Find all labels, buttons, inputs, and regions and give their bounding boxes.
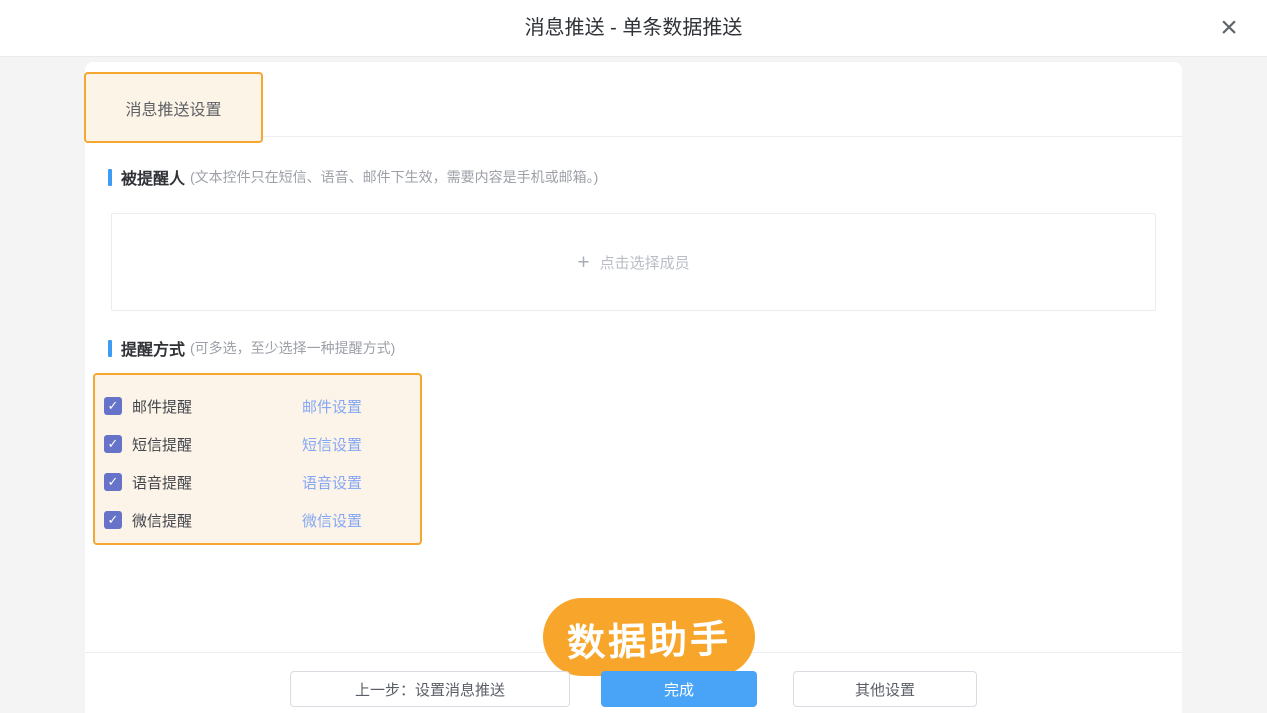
close-icon[interactable]: × bbox=[1211, 11, 1247, 47]
remind-options-highlight-box: ✓ 邮件提醒 邮件设置 ✓ 短信提醒 短信设置 ✓ 语音提醒 语音设置 ✓ 微信… bbox=[93, 373, 422, 545]
remind-option-row-sms: ✓ 短信提醒 短信设置 bbox=[104, 425, 420, 463]
dialog-header: 消息推送 - 单条数据推送 × bbox=[0, 0, 1267, 57]
section-bar-icon bbox=[108, 340, 112, 357]
remind-option-row-wechat: ✓ 微信提醒 微信设置 bbox=[104, 501, 420, 539]
voice-settings-link[interactable]: 语音设置 bbox=[302, 472, 362, 493]
recipient-section-header: 被提醒人 (文本控件只在短信、语音、邮件下生效，需要内容是手机或邮箱。) bbox=[108, 167, 598, 187]
remind-option-row-voice: ✓ 语音提醒 语音设置 bbox=[104, 463, 420, 501]
data-assistant-watermark: 数据助手 bbox=[543, 598, 755, 676]
tab-label: 消息推送设置 bbox=[125, 96, 221, 120]
watermark-label: 数据助手 bbox=[566, 607, 731, 666]
checkbox-wechat[interactable]: ✓ bbox=[104, 511, 122, 529]
member-select-label: 点击选择成员 bbox=[600, 252, 690, 273]
option-label: 邮件提醒 bbox=[132, 396, 302, 417]
recipient-section-note: (文本控件只在短信、语音、邮件下生效，需要内容是手机或邮箱。) bbox=[190, 167, 598, 187]
checkbox-voice[interactable]: ✓ bbox=[104, 473, 122, 491]
message-push-dialog: 消息推送 - 单条数据推送 × 消息推送设置 被提醒人 (文本控件只在短信、语音… bbox=[0, 0, 1267, 713]
other-settings-button[interactable]: 其他设置 bbox=[793, 671, 977, 707]
option-label: 微信提醒 bbox=[132, 510, 302, 531]
remind-method-note: (可多选，至少选择一种提醒方式) bbox=[190, 338, 395, 358]
sms-settings-link[interactable]: 短信设置 bbox=[302, 434, 362, 455]
member-select-box[interactable]: + 点击选择成员 bbox=[111, 213, 1156, 311]
remind-method-section-header: 提醒方式 (可多选，至少选择一种提醒方式) bbox=[108, 338, 395, 358]
finish-button[interactable]: 完成 bbox=[601, 671, 757, 707]
option-label: 短信提醒 bbox=[132, 434, 302, 455]
prev-step-button[interactable]: 上一步：设置消息推送 bbox=[290, 671, 570, 707]
wechat-settings-link[interactable]: 微信设置 bbox=[302, 510, 362, 531]
plus-icon: + bbox=[577, 252, 589, 273]
tab-message-push-settings[interactable]: 消息推送设置 bbox=[84, 72, 263, 143]
email-settings-link[interactable]: 邮件设置 bbox=[302, 396, 362, 417]
checkbox-email[interactable]: ✓ bbox=[104, 397, 122, 415]
option-label: 语音提醒 bbox=[132, 472, 302, 493]
remind-method-title: 提醒方式 bbox=[121, 336, 185, 360]
dialog-title: 消息推送 - 单条数据推送 bbox=[0, 0, 1267, 57]
section-bar-icon bbox=[108, 169, 112, 186]
checkbox-sms[interactable]: ✓ bbox=[104, 435, 122, 453]
settings-panel: 消息推送设置 被提醒人 (文本控件只在短信、语音、邮件下生效，需要内容是手机或邮… bbox=[85, 62, 1182, 713]
recipient-section-title: 被提醒人 bbox=[121, 165, 185, 189]
remind-option-row-email: ✓ 邮件提醒 邮件设置 bbox=[104, 387, 420, 425]
